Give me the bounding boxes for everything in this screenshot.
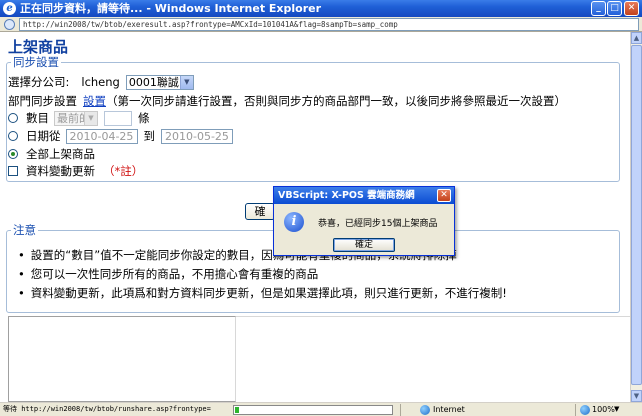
note-text: 您可以一次性同步所有的商品，不用擔心會有重複的商品	[30, 267, 319, 281]
globe-icon	[420, 405, 430, 415]
changes-label: 資料變動更新	[26, 164, 95, 178]
frame-divider	[236, 316, 630, 317]
page-icon	[4, 19, 15, 30]
dialog-title: VBScript: X-POS 雲端商務網	[274, 187, 454, 204]
window-titlebar: e 正在同步資料，請等待... - Windows Internet Explo…	[0, 0, 642, 17]
all-radio[interactable]	[8, 149, 18, 159]
notes-legend: 注意	[13, 223, 36, 237]
note-item: • 資料變動更新，此項爲和對方資料同步更新，但是如果選擇此項，則只進行更新，不進行…	[18, 285, 507, 301]
dialog-message: 恭喜，已經同步15個上架商品	[318, 219, 438, 229]
vbscript-dialog: VBScript: X-POS 雲端商務網 ✕ i 恭喜，已經同步15個上架商品…	[273, 186, 455, 256]
scroll-up-icon[interactable]: ▲	[631, 32, 642, 44]
bullet-icon: •	[18, 248, 25, 262]
date-to-label: 到	[143, 129, 156, 143]
company-select-value: 0001聯誠	[128, 75, 179, 89]
count-radio[interactable]	[8, 113, 18, 123]
dept-note: （第一次同步請進行設置，否則與同步方的商品部門一致，以後同步將參照最近一次設置）	[106, 94, 566, 108]
address-bar: http://win2008/tw/btob/exeresult.asp?fro…	[0, 17, 642, 32]
dept-settings-link[interactable]: 設置	[83, 93, 106, 109]
ie-logo-icon: e	[3, 2, 16, 15]
all-option-row: 全部上架商品	[8, 146, 95, 162]
confirm-button[interactable]: 確	[245, 203, 275, 220]
result-frame	[8, 316, 236, 402]
status-text: 等待 http://win2008/tw/btob/runshare.asp?f…	[3, 405, 211, 413]
company-row: 選擇分公司: lcheng 0001聯誠 ▼	[8, 74, 194, 90]
window-title: 正在同步資料，請等待... - Windows Internet Explore…	[20, 2, 322, 15]
maximize-button[interactable]: □	[607, 1, 622, 16]
date-from-label: 日期從	[26, 129, 61, 143]
status-divider	[400, 404, 401, 416]
dialog-ok-button[interactable]: 確定	[333, 238, 395, 252]
scroll-thumb[interactable]	[631, 45, 642, 385]
dept-label: 部門同步設置	[8, 94, 77, 108]
status-bar: 等待 http://win2008/tw/btob/runshare.asp?f…	[0, 402, 642, 416]
count-suffix: 條	[138, 111, 150, 125]
chevron-down-icon: ▼	[84, 111, 97, 125]
progress-fill	[235, 407, 239, 413]
dialog-close-icon[interactable]: ✕	[437, 189, 451, 202]
close-window-button[interactable]: ✕	[624, 1, 639, 16]
all-label: 全部上架商品	[26, 147, 95, 161]
changes-option-row: 資料變動更新 （*註）	[8, 163, 143, 179]
scroll-down-icon[interactable]: ▼	[631, 390, 642, 402]
date-to-input[interactable]: 2010-05-25	[161, 128, 233, 144]
changes-note: （*註）	[103, 164, 144, 178]
zoom-level[interactable]: 100%	[592, 403, 615, 416]
changes-checkbox[interactable]	[8, 166, 18, 176]
date-from-input[interactable]: 2010-04-25	[65, 128, 138, 144]
company-select[interactable]: 0001聯誠 ▼	[125, 74, 194, 90]
count-input[interactable]	[104, 110, 132, 126]
minimize-button[interactable]: _	[591, 1, 606, 16]
dept-row: 部門同步設置 設置 （第一次同步請進行設置，否則與同步方的商品部門一致，以後同步…	[8, 93, 566, 109]
company-user: lcheng	[81, 75, 120, 89]
count-select[interactable]: 最前的 ▼	[54, 110, 98, 126]
bullet-icon: •	[18, 286, 25, 300]
note-text: 資料變動更新，此項爲和對方資料同步更新，但是如果選擇此項，則只進行更新，不進行複…	[30, 286, 507, 300]
loading-progress	[233, 405, 393, 415]
security-zone: Internet	[433, 405, 465, 414]
sync-settings-legend: 同步設置	[13, 55, 59, 69]
company-label: 選擇分公司:	[8, 75, 70, 89]
zoom-icon	[580, 405, 590, 415]
count-label: 數目	[26, 111, 49, 125]
status-divider	[575, 404, 576, 416]
note-item: • 您可以一次性同步所有的商品，不用擔心會有重複的商品	[18, 266, 318, 282]
date-radio[interactable]	[8, 131, 18, 141]
vertical-scrollbar[interactable]: ▲ ▼	[630, 32, 642, 402]
count-option-row: 數目 最前的 ▼ 條	[8, 110, 150, 126]
bullet-icon: •	[18, 267, 25, 281]
chevron-down-icon: ▼	[179, 75, 193, 89]
url-field[interactable]: http://win2008/tw/btob/exeresult.asp?fro…	[19, 18, 639, 31]
info-icon: i	[284, 212, 304, 232]
chevron-down-icon[interactable]: ▼	[614, 403, 619, 416]
date-option-row: 日期從 2010-04-25 到 2010-05-25	[8, 128, 233, 144]
